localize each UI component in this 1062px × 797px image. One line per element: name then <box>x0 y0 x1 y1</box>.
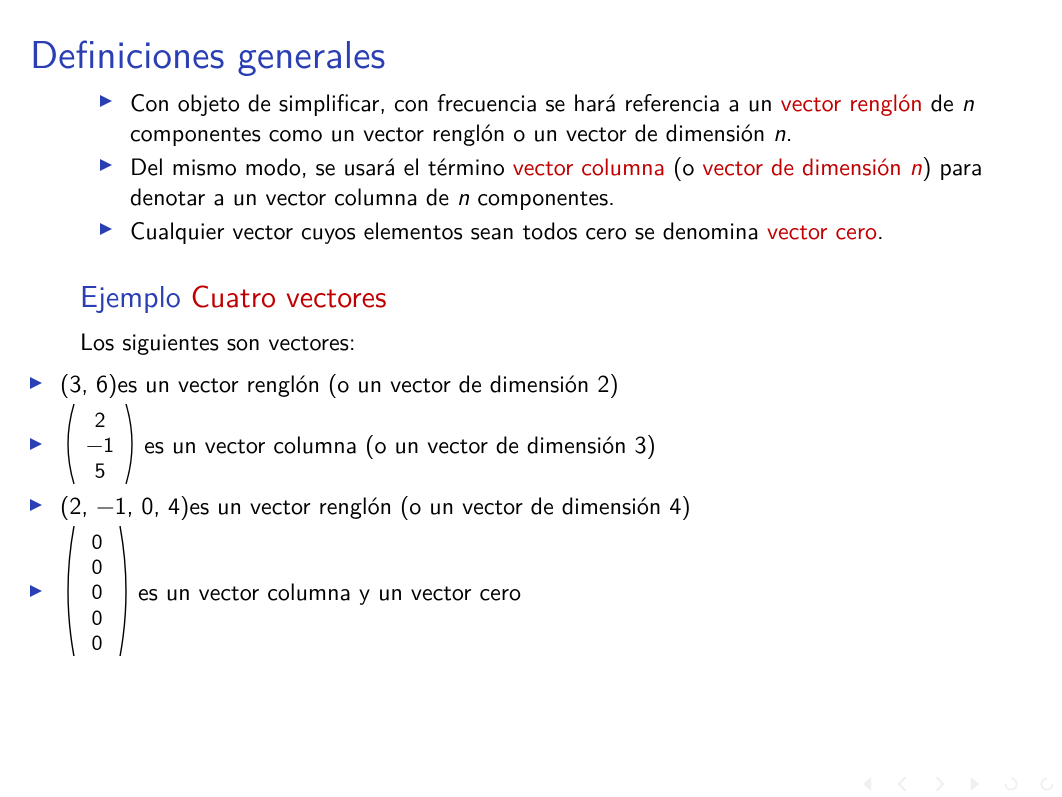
bullet-icon <box>30 499 42 511</box>
nav-redo-icon[interactable] <box>1040 777 1054 791</box>
text: . <box>877 212 884 247</box>
left-paren-icon <box>62 404 76 484</box>
bullet-icon <box>30 438 42 450</box>
example-item: (2, −1, 0, 4) es un vector renglón (o un… <box>30 490 1032 520</box>
italic-n: n <box>773 114 785 149</box>
bullet-icon <box>100 223 112 235</box>
right-paren-icon <box>118 526 132 656</box>
text: es un vector renglón (o un vector de dim… <box>117 368 618 398</box>
footer-nav <box>860 777 1054 791</box>
nav-first-icon[interactable] <box>860 777 874 791</box>
text: componentes como un vector renglón o un … <box>130 114 773 149</box>
nav-next-icon[interactable] <box>932 777 946 791</box>
nav-last-icon[interactable] <box>968 777 982 791</box>
right-paren-icon <box>124 404 138 484</box>
example-item: (3, 6) es un vector renglón (o un vector… <box>30 368 1032 398</box>
bullet-icon <box>100 95 112 107</box>
example-item: 0 0 0 0 0 es un vector columna y un vect… <box>30 524 1032 658</box>
column-vector: 0 0 0 0 0 <box>62 526 132 656</box>
italic-n: n <box>457 178 469 213</box>
left-paren-icon <box>62 526 76 656</box>
bullet-icon <box>100 159 112 171</box>
definitions-list: Con objeto de simplificar, con frecuenci… <box>100 87 1022 245</box>
example-intro: Los siguientes son vectores: <box>80 323 1032 358</box>
text: . <box>786 114 793 149</box>
nav-undo-icon[interactable] <box>1004 777 1018 791</box>
definition-item: Cualquier vector cuyos elementos sean to… <box>100 215 1022 245</box>
column-vector: 2 −1 5 <box>62 404 138 484</box>
example-title: Cuatro vectores <box>191 273 387 317</box>
definitions-block: Con objeto de simplificar, con frecuenci… <box>100 87 1022 245</box>
slide-title: Definiciones generales <box>30 24 1032 81</box>
row-vector: (2, −1, 0, 4) <box>60 490 189 520</box>
text: componentes. <box>469 178 614 213</box>
example-heading: Ejemplo Cuatro vectores <box>80 273 1032 317</box>
bullet-icon <box>30 377 42 389</box>
highlight: vector cero <box>767 212 877 247</box>
slide: Definiciones generales Con objeto de sim… <box>0 0 1062 797</box>
definition-item: Con objeto de simplificar, con frecuenci… <box>100 87 1022 147</box>
bullet-icon <box>30 585 42 597</box>
text: (o <box>665 148 702 183</box>
vector-entry: 0 <box>91 629 102 654</box>
text: es un vector columna y un vector cero <box>138 576 521 606</box>
italic-n: n <box>962 84 974 119</box>
text: es un vector columna (o un vector de dim… <box>144 429 656 459</box>
nav-prev-icon[interactable] <box>896 777 910 791</box>
vector-entry: 5 <box>95 457 106 482</box>
highlight: vector de dimensión <box>702 148 909 183</box>
highlight-italic-n: n <box>910 148 922 183</box>
definition-item: Del mismo modo, se usará el término vect… <box>100 151 1022 211</box>
highlight: vector renglón <box>781 84 923 119</box>
vector-entries: 0 0 0 0 0 <box>76 526 118 656</box>
text: Cualquier vector cuyos elementos sean to… <box>130 212 767 247</box>
text: de <box>923 84 962 119</box>
text: es un vector renglón (o un vector de dim… <box>189 490 690 520</box>
vector-entries: 2 −1 5 <box>76 404 124 484</box>
example-item: 2 −1 5 es un vector columna (o un vector… <box>30 402 1032 486</box>
example-label: Ejemplo <box>80 273 181 317</box>
examples-list: (3, 6) es un vector renglón (o un vector… <box>30 368 1032 658</box>
row-vector: (3, 6) <box>60 368 117 398</box>
